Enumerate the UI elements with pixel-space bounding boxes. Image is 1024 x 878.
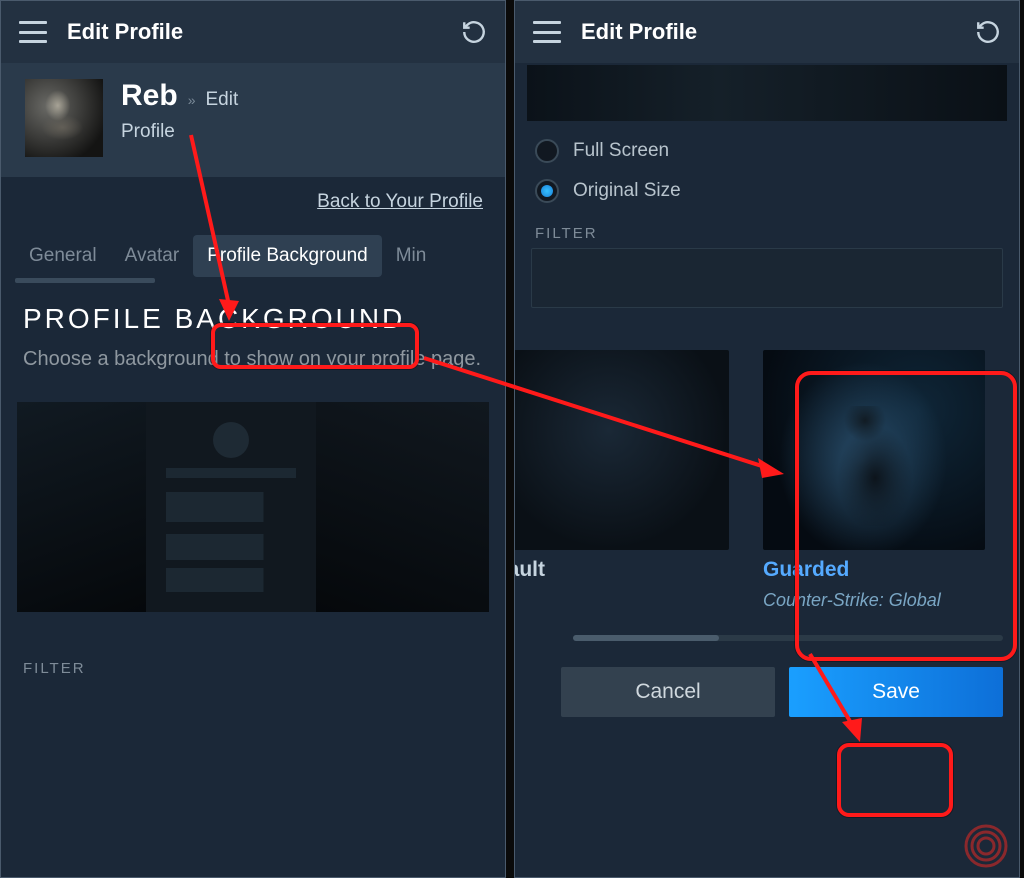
preview-pane-left[interactable] (17, 402, 146, 612)
tab-general[interactable]: General (15, 235, 111, 277)
page-title: Edit Profile (581, 19, 955, 45)
back-link-row: Back to Your Profile (1, 177, 505, 215)
radio-label-full-screen: Full Screen (573, 140, 669, 162)
radio-icon-selected (535, 179, 559, 203)
background-thumb-strip[interactable] (527, 65, 1007, 121)
preview-pane-right[interactable] (316, 402, 489, 612)
header: Edit Profile (1, 1, 505, 63)
refresh-icon[interactable] (975, 19, 1001, 45)
username: Reb (121, 79, 178, 113)
breadcrumb-edit: Edit (205, 89, 238, 111)
breadcrumb-profile: Profile (121, 121, 238, 143)
cancel-button[interactable]: Cancel (561, 667, 775, 717)
horizontal-scrollbar[interactable] (573, 635, 1003, 641)
background-preview-row (1, 374, 505, 612)
option-default-thumb[interactable] (514, 350, 729, 550)
filter-label: FILTER (1, 612, 505, 677)
panel-left: Edit Profile Reb » Edit Profile Back to … (0, 0, 506, 878)
back-to-profile-link[interactable]: Back to Your Profile (317, 191, 483, 212)
preview-pane-center[interactable] (146, 402, 315, 612)
filter-label: FILTER (515, 211, 1019, 248)
menu-icon[interactable] (19, 21, 47, 43)
option-guarded[interactable]: Guarded Counter-Strike: Global (763, 350, 985, 611)
page-title: Edit Profile (67, 19, 441, 45)
refresh-icon[interactable] (461, 19, 487, 45)
radio-label-original-size: Original Size (573, 180, 681, 202)
header: Edit Profile (515, 1, 1019, 63)
panel-right: Edit Profile Full Screen Original Size F… (514, 0, 1020, 878)
option-guarded-label[interactable]: Guarded (763, 558, 985, 582)
annotation-highlight-save (837, 743, 953, 817)
tab-avatar[interactable]: Avatar (111, 235, 194, 277)
background-options: efault Guarded Counter-Strike: Global (515, 308, 1019, 611)
option-default-label: efault (514, 558, 729, 582)
button-row: Cancel Save (515, 641, 1019, 717)
option-guarded-thumb[interactable] (763, 350, 985, 550)
option-guarded-subtitle: Counter-Strike: Global (763, 590, 985, 611)
radio-full-screen[interactable]: Full Screen (515, 131, 1019, 171)
tab-profile-background[interactable]: Profile Background (193, 235, 382, 277)
breadcrumb-arrow: » (188, 92, 196, 108)
tab-underline (15, 278, 155, 283)
option-default[interactable]: efault (529, 350, 729, 611)
profile-block: Reb » Edit Profile (1, 63, 505, 177)
watermark-icon (961, 821, 1011, 871)
save-button[interactable]: Save (789, 667, 1003, 717)
avatar[interactable] (25, 79, 103, 157)
tab-min[interactable]: Min (382, 235, 441, 277)
section-subtext: Choose a background to show on your prof… (1, 345, 505, 374)
tabs: General Avatar Profile Background Min (1, 215, 505, 277)
radio-icon (535, 139, 559, 163)
filter-input[interactable] (531, 248, 1003, 308)
section-heading: PROFILE BACKGROUND (1, 277, 505, 345)
menu-icon[interactable] (533, 21, 561, 43)
radio-original-size[interactable]: Original Size (515, 171, 1019, 211)
